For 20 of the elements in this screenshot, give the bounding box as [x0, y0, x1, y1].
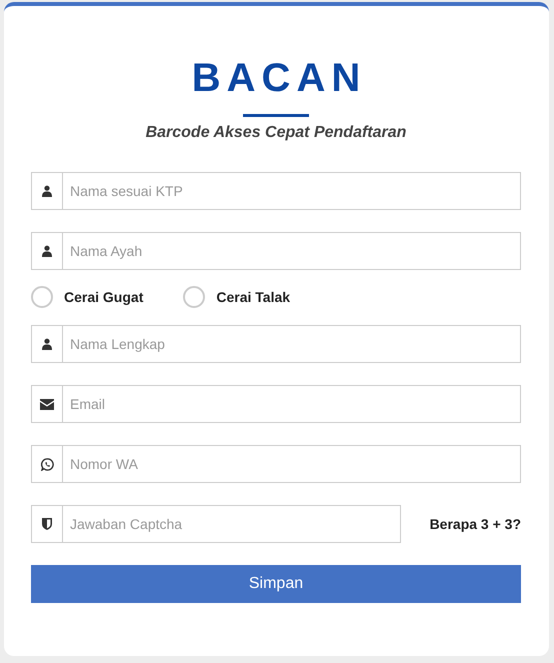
radio-label[interactable]: Cerai Talak [216, 289, 290, 305]
chat-phone-icon [40, 458, 54, 470]
save-button[interactable]: Simpan [31, 565, 521, 603]
radio-label[interactable]: Cerai Gugat [64, 289, 144, 305]
captcha-question: Berapa 3 + 3? [430, 516, 521, 532]
input-field[interactable]: Nama sesuai KTP [62, 172, 521, 210]
radio-button[interactable] [183, 286, 206, 308]
radio-button[interactable] [31, 286, 53, 308]
envelope-icon [40, 398, 54, 410]
person-icon [41, 185, 53, 197]
input-field[interactable]: Nama Lengkap [62, 325, 521, 363]
app-subtitle: Barcode Akses Cepat Pendaftaran [144, 123, 408, 143]
input-field[interactable]: Nama Ayah [62, 232, 521, 270]
input-field[interactable]: Nomor WA [62, 445, 521, 483]
input-field[interactable]: Jawaban Captcha [62, 505, 401, 543]
app-title: BACAN [190, 56, 368, 100]
person-icon [41, 338, 53, 350]
shield-icon [42, 518, 52, 530]
input-field[interactable]: Email [62, 385, 521, 423]
person-icon [41, 245, 53, 257]
